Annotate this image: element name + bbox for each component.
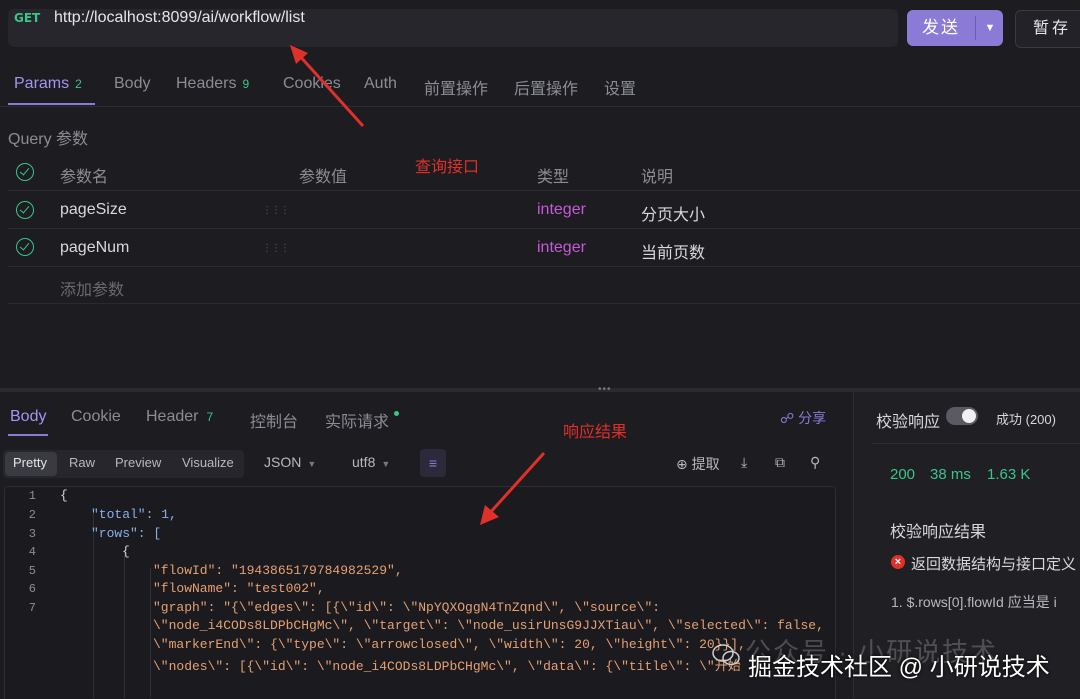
code-line: "graph": "{\"edges\": [{\"id\": \"NpYQXO…: [153, 600, 661, 615]
http-method-select[interactable]: GET: [14, 11, 40, 25]
line-number: 1: [28, 489, 36, 503]
share-button[interactable]: ☍ 分享: [780, 408, 826, 428]
send-divider: [975, 16, 976, 40]
code-line: "flowId": "1943865179784982529",: [153, 563, 403, 578]
divider: [872, 443, 1080, 444]
select-all-checkbox[interactable]: [16, 163, 34, 181]
line-number: 4: [28, 545, 36, 559]
active-tab-indicator: [8, 434, 48, 436]
share-icon: ☍: [780, 410, 795, 426]
tab-count: 9: [242, 77, 250, 91]
code-line-wrapped: \"node_i4CODs8LDPbCHgMc\", \"target\": \…: [153, 618, 824, 633]
tab-count: 7: [206, 410, 214, 424]
param-type-cell[interactable]: integer: [537, 201, 586, 219]
tab-response-cookie[interactable]: Cookie: [71, 408, 121, 426]
row-divider: [8, 303, 1080, 304]
line-number: 7: [28, 601, 36, 615]
column-header-value: 参数值: [299, 169, 348, 186]
tab-response-body[interactable]: Body: [10, 408, 46, 426]
code-line: "rows": [: [91, 526, 162, 541]
code-line: {: [122, 544, 130, 559]
wrap-lines-icon[interactable]: ≡: [420, 449, 446, 477]
view-mode-preview[interactable]: Preview: [115, 455, 161, 470]
line-number: 6: [28, 582, 36, 596]
response-size: 1.63 K: [987, 466, 1031, 483]
param-name-cell[interactable]: pageNum: [60, 239, 129, 257]
response-time: 38 ms: [930, 466, 971, 483]
validate-response-toggle[interactable]: [946, 407, 978, 425]
view-mode-raw[interactable]: Raw: [69, 455, 95, 470]
add-param-input[interactable]: 添加参数: [60, 276, 124, 300]
toggle-knob: [962, 409, 976, 423]
row-checkbox[interactable]: [16, 238, 34, 256]
line-number: 5: [28, 564, 36, 578]
row-divider: [8, 190, 1080, 191]
extract-button[interactable]: ⊕ 提取: [676, 454, 720, 474]
save-button[interactable]: 暂存: [1015, 10, 1080, 48]
row-checkbox[interactable]: [16, 201, 34, 219]
extract-icon: ⊕: [676, 456, 688, 472]
tab-settings[interactable]: 设置: [604, 75, 636, 99]
tab-headers[interactable]: Headers 9: [176, 75, 249, 93]
tab-actual-request[interactable]: 实际请求: [325, 408, 400, 432]
send-button[interactable]: 发送 ▼: [907, 10, 1003, 46]
tab-response-header[interactable]: Header 7: [146, 408, 213, 426]
indent-guide: [150, 568, 151, 698]
view-mode-pretty[interactable]: Pretty: [13, 455, 47, 470]
validation-error-text: 返回数据结构与接口定义: [911, 556, 1077, 573]
tab-pre-processors[interactable]: 前置操作: [424, 75, 488, 99]
query-params-title: Query 参数: [8, 131, 89, 148]
validation-rule-text: 1. $.rows[0].flowId 应当是 i: [891, 594, 1057, 610]
line-number: 2: [28, 508, 36, 522]
annotation-response-result: 响应结果: [563, 424, 628, 441]
tab-params[interactable]: Params 2: [14, 75, 82, 93]
copy-icon[interactable]: ⧉: [775, 454, 785, 471]
indent-guide: [124, 550, 125, 698]
validation-status-select[interactable]: 成功 (200): [996, 409, 1056, 428]
row-divider: [8, 228, 1080, 229]
chevron-down-icon: ▼: [381, 459, 391, 469]
format-select[interactable]: JSON ▼: [264, 454, 316, 470]
chevron-down-icon: ▼: [307, 459, 317, 469]
status-code: 200: [890, 466, 916, 483]
error-icon: ×: [891, 555, 905, 569]
code-line-wrapped: \"markerEnd\": {\"type\": \"arrowclosed\…: [153, 637, 746, 652]
validation-result-title: 校验响应结果: [890, 524, 987, 541]
validate-response-label: 校验响应: [876, 414, 941, 431]
param-desc-cell[interactable]: 当前页数: [641, 239, 705, 263]
code-line: "flowName": "test002",: [153, 581, 325, 596]
tab-count: 2: [75, 77, 82, 91]
column-header-name: 参数名: [60, 169, 109, 186]
drag-handle-icon[interactable]: ⋮⋮⋮: [262, 205, 290, 216]
param-name-cell[interactable]: pageSize: [60, 201, 127, 219]
code-line: "total": 1,: [91, 507, 177, 522]
divider: [0, 106, 1080, 107]
tab-console[interactable]: 控制台: [250, 408, 298, 432]
wechat-icon: [712, 644, 740, 666]
line-number: 3: [28, 527, 36, 541]
row-divider: [8, 266, 1080, 267]
tab-post-processors[interactable]: 后置操作: [514, 75, 578, 99]
active-tab-indicator: [8, 103, 95, 105]
tab-body[interactable]: Body: [114, 75, 150, 93]
annotation-arrow: [480, 451, 546, 525]
annotation-arrow: [290, 45, 365, 128]
annotation-query-api: 查询接口: [415, 159, 480, 176]
code-line: {: [60, 488, 68, 503]
chevron-down-icon[interactable]: ▼: [977, 10, 1003, 46]
url-input[interactable]: http://localhost:8099/ai/workflow/list: [54, 9, 305, 27]
send-button-label[interactable]: 发送: [907, 10, 975, 46]
download-icon[interactable]: ⤓: [741, 454, 747, 471]
watermark-juejin: 掘金技术社区 @ 小研说技术: [748, 654, 1050, 681]
drag-handle-icon[interactable]: ⋮⋮⋮: [262, 243, 290, 254]
encoding-select[interactable]: utf8 ▼: [352, 454, 390, 470]
column-header-description: 说明: [641, 169, 674, 186]
view-mode-visualize[interactable]: Visualize: [182, 455, 234, 470]
search-icon[interactable]: ⚲: [810, 454, 820, 471]
code-line-wrapped: \"nodes\": [{\"id\": \"node_i4CODs8LDPbC…: [153, 659, 741, 674]
param-desc-cell[interactable]: 分页大小: [641, 201, 705, 225]
status-dot: [394, 411, 400, 416]
column-header-type: 类型: [537, 169, 570, 186]
param-type-cell[interactable]: integer: [537, 239, 586, 257]
